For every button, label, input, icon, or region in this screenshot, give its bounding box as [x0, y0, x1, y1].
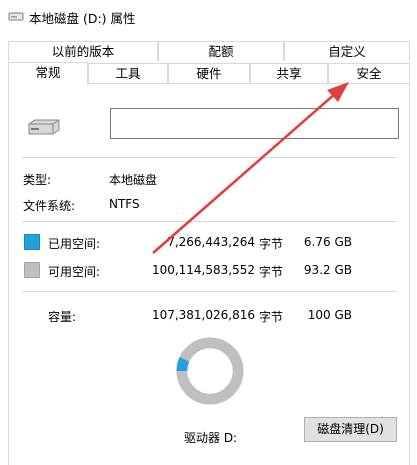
- usage-donut-chart: [176, 337, 244, 405]
- drive-letter-label: 驱动器 D:: [184, 431, 238, 445]
- donut-inner-edge: [187, 348, 233, 394]
- free-space-unit: 字节: [259, 265, 284, 279]
- separator: [22, 221, 397, 222]
- separator: [22, 157, 397, 158]
- tab-tools[interactable]: 工具: [88, 63, 168, 83]
- filesystem-label: 文件系统:: [23, 199, 76, 213]
- used-space-unit: 字节: [259, 237, 284, 251]
- tab-previous-versions[interactable]: 以前的版本: [8, 41, 158, 61]
- free-space-swatch: [24, 262, 40, 278]
- tab-sharing[interactable]: 共享: [250, 63, 328, 83]
- tab-customize[interactable]: 自定义: [284, 41, 410, 61]
- capacity-bytes: 107,381,026,816: [151, 308, 255, 322]
- free-space-size: 93.2 GB: [303, 263, 352, 277]
- used-space-label: 已用空间:: [48, 237, 101, 251]
- separator: [22, 291, 397, 292]
- type-label: 类型:: [23, 173, 52, 187]
- tab-security[interactable]: 安全: [328, 63, 410, 83]
- free-space-label: 可用空间:: [48, 265, 101, 279]
- drive-large-icon: [28, 119, 60, 135]
- used-space-bytes: 7,266,443,264: [167, 235, 255, 249]
- capacity-size: 100 GB: [307, 308, 352, 322]
- capacity-unit: 字节: [259, 310, 284, 324]
- used-space-size: 6.76 GB: [303, 235, 352, 249]
- type-value: 本地磁盘: [109, 173, 158, 187]
- capacity-label: 容量:: [48, 310, 77, 324]
- tab-row-top: 以前的版本 配额 自定义: [8, 41, 410, 61]
- free-space-bytes: 100,114,583,552: [151, 263, 255, 277]
- tab-general[interactable]: 常规: [8, 62, 88, 85]
- title-bar: 本地磁盘 (D:) 属性: [0, 0, 417, 32]
- volume-name-input[interactable]: [110, 108, 399, 139]
- used-space-swatch: [24, 234, 40, 250]
- tab-hardware[interactable]: 硬件: [168, 63, 250, 83]
- tab-row-bottom: 常规 工具 硬件 共享 安全: [8, 62, 410, 85]
- drive-icon: [8, 12, 24, 21]
- tab-quota[interactable]: 配额: [158, 41, 284, 61]
- window-title: 本地磁盘 (D:) 属性: [29, 11, 136, 26]
- free-space-ring: [176, 337, 244, 405]
- filesystem-value: NTFS: [109, 197, 140, 211]
- disk-cleanup-button[interactable]: 磁盘清理(D): [304, 417, 397, 442]
